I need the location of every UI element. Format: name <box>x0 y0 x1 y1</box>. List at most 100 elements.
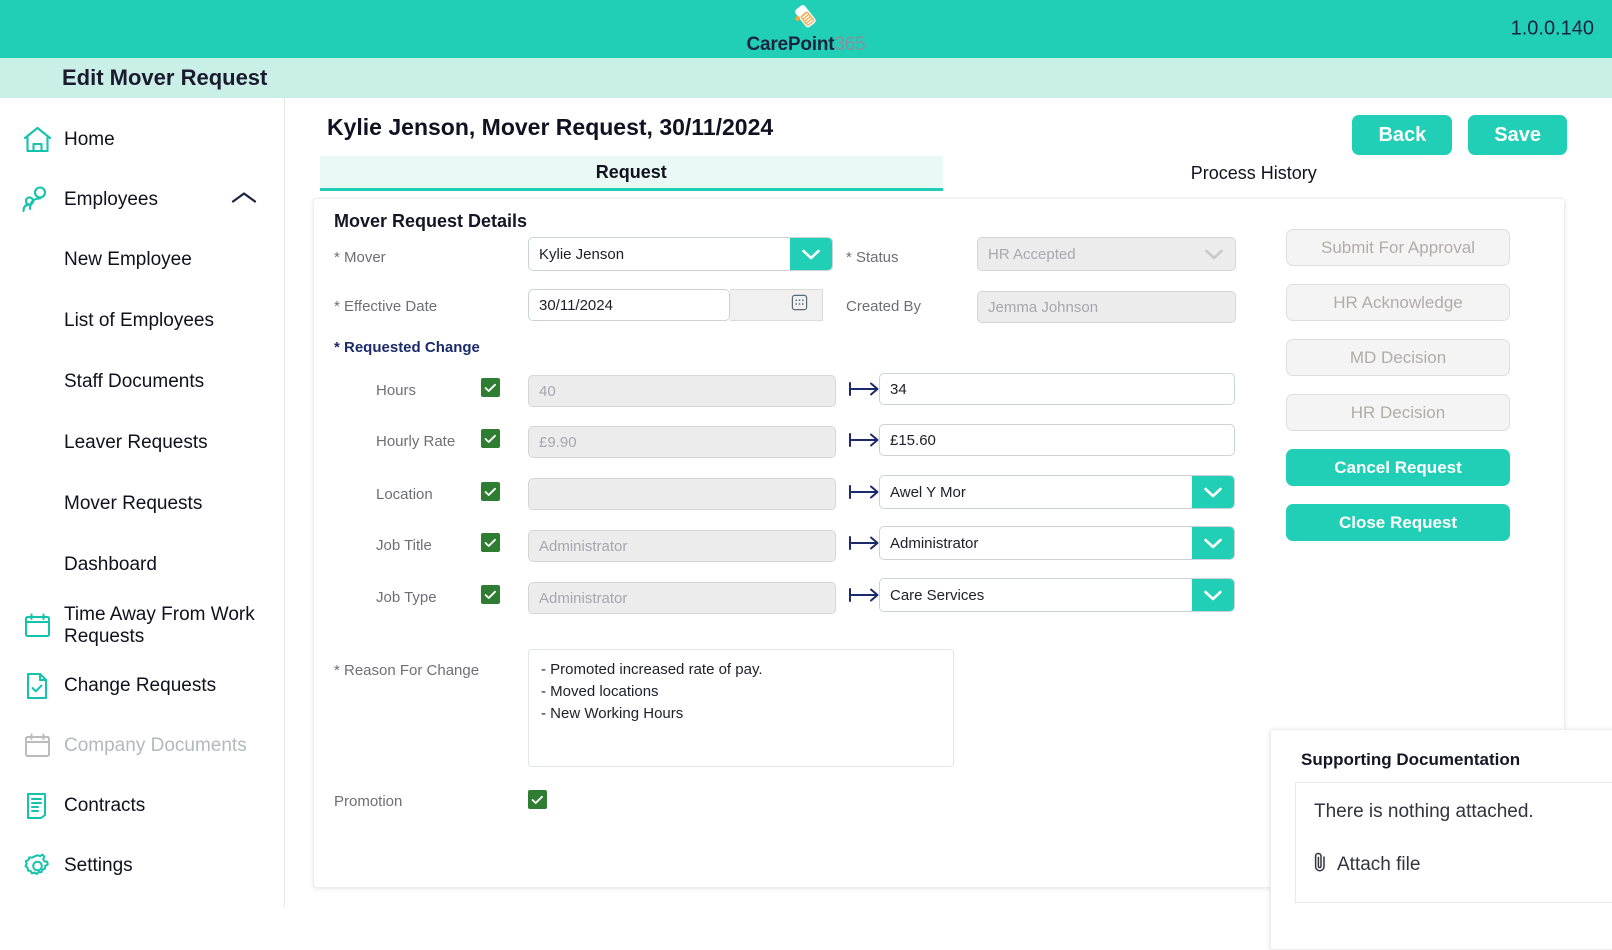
job-title-label: Job Title <box>376 537 432 554</box>
sidebar-item-leaver-requests[interactable]: Leaver Requests <box>0 413 284 474</box>
sidebar-item-mover-requests[interactable]: Mover Requests <box>0 474 284 535</box>
sidebar-item-time-away-from-work-requests[interactable]: Time Away From Work Requests <box>0 596 284 656</box>
maps-to-arrow-icon <box>848 483 882 506</box>
carepoint-logo-icon <box>789 4 823 34</box>
main-content: Kylie Jenson, Mover Request, 30/11/2024 … <box>285 98 1612 950</box>
attach-file-button[interactable]: Attach file <box>1312 851 1420 878</box>
page-title: Edit Mover Request <box>62 65 268 90</box>
sidebar-item-label: Mover Requests <box>64 493 203 515</box>
page-title-band: Edit Mover Request <box>0 58 1612 98</box>
tab-process-history[interactable]: Process History <box>943 156 1566 191</box>
location-label: Location <box>376 486 433 503</box>
location-new-value: Awel Y Mor <box>890 483 966 501</box>
job-type-checkbox[interactable] <box>481 585 500 604</box>
hourly-rate-new-value[interactable]: £15.60 <box>879 424 1235 456</box>
tab-request[interactable]: Request <box>320 156 943 191</box>
sidebar-item-home[interactable]: Home <box>0 110 284 170</box>
app-logo: CarePoint365 <box>746 4 866 54</box>
date-picker-button[interactable] <box>730 289 823 321</box>
job-title-current-value: Administrator <box>528 530 836 562</box>
sidebar-item-settings[interactable]: Settings <box>0 836 284 896</box>
chevron-down-icon[interactable] <box>1192 579 1234 611</box>
maps-to-arrow-icon <box>848 586 882 609</box>
record-title: Kylie Jenson, Mover Request, 30/11/2024 <box>327 114 774 140</box>
hourly-rate-current-value: £9.90 <box>528 426 836 458</box>
sidebar-item-contracts[interactable]: Contracts <box>0 776 284 836</box>
home-icon <box>10 125 64 155</box>
app-version: 1.0.0.140 <box>1510 17 1594 40</box>
chevron-down-icon[interactable] <box>1192 476 1234 508</box>
submit-for-approval-button[interactable]: Submit For Approval <box>1286 229 1510 266</box>
job-type-label: Job Type <box>376 589 437 606</box>
employees-icon <box>10 185 64 215</box>
sidebar-item-label: Company Documents <box>64 734 247 756</box>
job-title-checkbox[interactable] <box>481 533 500 552</box>
job-title-new-select[interactable]: Administrator <box>879 526 1235 560</box>
calendar-icon <box>10 611 64 641</box>
sidebar-item-company-documents[interactable]: Company Documents <box>0 716 284 776</box>
close-request-button[interactable]: Close Request <box>1286 504 1510 541</box>
mover-select[interactable]: Kylie Jenson <box>528 237 833 271</box>
sidebar-item-label: Dashboard <box>64 554 157 576</box>
logo-secondary: 365 <box>834 34 866 55</box>
no-attachment-text: There is nothing attached. <box>1314 801 1534 822</box>
sidebar-item-label: New Employee <box>64 249 192 271</box>
hr-acknowledge-button[interactable]: HR Acknowledge <box>1286 284 1510 321</box>
gear-icon <box>10 851 64 881</box>
created-by-label: Created By <box>846 298 922 315</box>
sidebar-item-new-employee[interactable]: New Employee <box>0 230 284 291</box>
sidebar-item-label: Staff Documents <box>64 371 205 393</box>
sidebar-item-employees[interactable]: Employees <box>0 170 284 230</box>
hr-decision-button[interactable]: HR Decision <box>1286 394 1510 431</box>
maps-to-arrow-icon <box>848 380 882 403</box>
location-checkbox[interactable] <box>481 482 500 501</box>
contract-icon <box>10 791 64 821</box>
promotion-checkbox[interactable] <box>528 790 547 809</box>
effective-date-field[interactable]: 30/11/2024 <box>528 289 823 321</box>
sidebar-item-staff-documents[interactable]: Staff Documents <box>0 352 284 413</box>
sidebar-item-label: List of Employees <box>64 310 214 332</box>
location-current-value <box>528 478 836 510</box>
chevron-up-icon[interactable] <box>230 190 258 211</box>
back-button[interactable]: Back <box>1352 115 1453 155</box>
effective-date-value[interactable]: 30/11/2024 <box>528 289 730 321</box>
sidebar-item-change-requests[interactable]: Change Requests <box>0 656 284 716</box>
job-title-new-value: Administrator <box>890 534 979 552</box>
chevron-down-icon[interactable] <box>1192 527 1234 559</box>
hours-label: Hours <box>376 382 417 399</box>
hourly-rate-checkbox[interactable] <box>481 429 500 448</box>
sidebar-item-label: Employees <box>64 188 158 210</box>
reason-textarea[interactable]: - Promoted increased rate of pay. - Move… <box>528 649 954 767</box>
sidebar-item-label: Time Away From Work Requests <box>64 603 255 647</box>
job-type-current-value: Administrator <box>528 582 836 614</box>
attachment-box: There is nothing attached. Attach file <box>1295 782 1612 903</box>
effective-date-label: * Effective Date <box>334 298 438 315</box>
logo-wordmark: CarePoint365 <box>746 35 865 54</box>
hours-checkbox[interactable] <box>481 378 500 397</box>
workflow-actions: Submit For Approval HR Acknowledge MD De… <box>1286 229 1510 541</box>
mover-value: Kylie Jenson <box>539 245 625 263</box>
save-button[interactable]: Save <box>1468 115 1567 155</box>
cancel-request-button[interactable]: Cancel Request <box>1286 449 1510 486</box>
md-decision-button[interactable]: MD Decision <box>1286 339 1510 376</box>
document-check-icon <box>10 671 64 701</box>
app-header: CarePoint365 1.0.0.140 <box>0 0 1612 58</box>
sidebar-item-label: Leaver Requests <box>64 432 208 454</box>
supporting-documentation-title: Supporting Documentation <box>1301 750 1521 769</box>
sidebar-item-list-of-employees[interactable]: List of Employees <box>0 291 284 352</box>
sidebar-item-label: Change Requests <box>64 674 217 696</box>
location-new-select[interactable]: Awel Y Mor <box>879 475 1235 509</box>
status-value: HR Accepted <box>988 245 1076 263</box>
tab-bar: Request Process History <box>320 156 1565 191</box>
promotion-label: Promotion <box>334 793 403 810</box>
reason-label: * Reason For Change <box>334 662 480 679</box>
requested-change-label: * Requested Change <box>334 339 480 356</box>
sidebar-item-dashboard[interactable]: Dashboard <box>0 535 284 596</box>
hours-new-value[interactable]: 34 <box>879 373 1235 405</box>
paperclip-icon <box>1312 851 1328 878</box>
job-type-new-select[interactable]: Care Services <box>879 578 1235 612</box>
maps-to-arrow-icon <box>848 534 882 557</box>
hours-current-value: 40 <box>528 375 836 407</box>
calendar-picker-icon <box>791 294 808 316</box>
chevron-down-icon[interactable] <box>790 238 832 270</box>
